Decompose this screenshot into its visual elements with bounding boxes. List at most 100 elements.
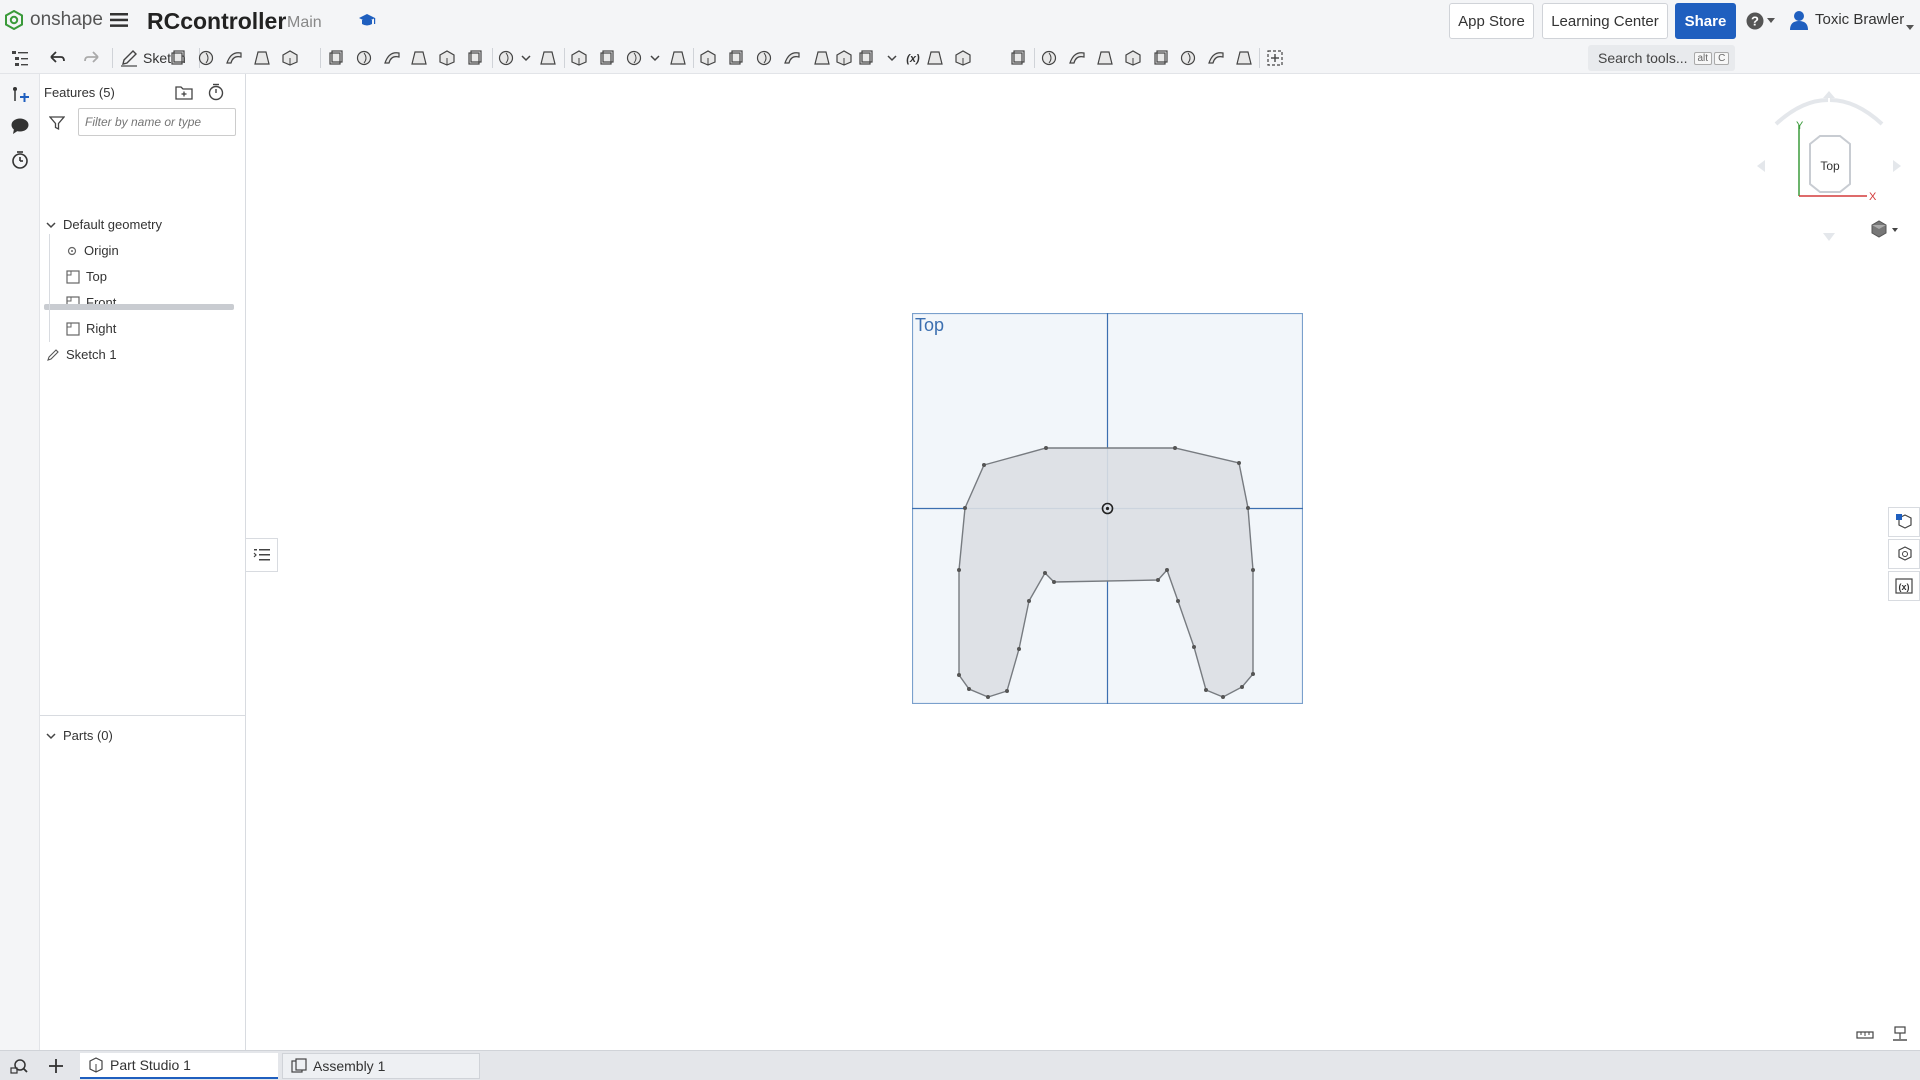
chamfer-icon[interactable] xyxy=(353,47,375,69)
learning-center-button[interactable]: Learning Center xyxy=(1542,3,1668,39)
share-button[interactable]: Share xyxy=(1675,3,1736,39)
plane-icon[interactable] xyxy=(811,47,833,69)
undo-icon[interactable] xyxy=(46,47,68,69)
add-tab-icon[interactable] xyxy=(47,1057,65,1075)
help-icon[interactable]: ? xyxy=(1746,11,1776,31)
add-folder-icon[interactable] xyxy=(175,84,193,100)
sheet-metal-icon[interactable] xyxy=(1066,47,1088,69)
sketch-vertex[interactable] xyxy=(982,463,986,467)
tree-item-origin[interactable]: Origin xyxy=(66,243,119,258)
rib-icon[interactable] xyxy=(408,47,430,69)
onshape-logo-text[interactable]: onshape xyxy=(30,9,103,31)
delete-part-icon[interactable] xyxy=(667,47,689,69)
thicken-icon[interactable] xyxy=(279,47,301,69)
sketch-vertex[interactable] xyxy=(1192,645,1196,649)
redo-icon[interactable] xyxy=(81,47,103,69)
sketch-vertex[interactable] xyxy=(1052,580,1056,584)
branch-name[interactable]: Main xyxy=(287,14,322,32)
sketch-vertex[interactable] xyxy=(1251,568,1255,572)
feature-list-icon[interactable] xyxy=(9,47,31,69)
sketch-vertex[interactable] xyxy=(1251,672,1255,676)
filter-icon[interactable] xyxy=(48,115,66,131)
explode-icon[interactable] xyxy=(1038,47,1060,69)
flange-icon[interactable] xyxy=(1094,47,1116,69)
rotate-left-arrow-icon[interactable] xyxy=(1757,160,1765,172)
comments-icon[interactable] xyxy=(10,116,30,136)
sketch-vertex[interactable] xyxy=(1176,599,1180,603)
move-face-icon[interactable] xyxy=(725,47,747,69)
section-view-icon[interactable] xyxy=(1007,47,1029,69)
chevron-down-icon[interactable] xyxy=(45,730,57,742)
sketch-vertex[interactable] xyxy=(1005,689,1009,693)
extrude-icon[interactable] xyxy=(167,47,189,69)
offset-surface-icon[interactable] xyxy=(781,47,803,69)
panel-divider[interactable] xyxy=(40,715,246,716)
modify-fillet-icon[interactable] xyxy=(697,47,719,69)
sweep-icon[interactable] xyxy=(223,47,245,69)
rotate-down-arrow-icon[interactable] xyxy=(1823,233,1835,241)
measure-icon[interactable] xyxy=(1856,1026,1874,1042)
transform-icon[interactable] xyxy=(623,47,645,69)
wrap-icon[interactable] xyxy=(952,47,974,69)
view-options-icon[interactable] xyxy=(1264,47,1286,69)
rollback-timer-icon[interactable] xyxy=(207,83,225,101)
hole-icon[interactable] xyxy=(464,47,486,69)
sketch-vertex[interactable] xyxy=(1240,685,1244,689)
mass-properties-icon[interactable] xyxy=(1891,1025,1909,1043)
shell-icon[interactable] xyxy=(436,47,458,69)
filter-input[interactable] xyxy=(78,108,236,136)
sketch-vertex[interactable] xyxy=(963,506,967,510)
user-avatar-icon[interactable] xyxy=(1788,9,1810,31)
rotate-up-arrow-icon[interactable] xyxy=(1823,91,1835,98)
user-name[interactable]: Toxic Brawler xyxy=(1815,11,1904,28)
configurations-panel-button[interactable] xyxy=(1888,539,1920,569)
tab-icon[interactable] xyxy=(1122,47,1144,69)
transform-dropdown-icon[interactable] xyxy=(644,47,666,69)
mate-connector-icon[interactable] xyxy=(855,47,877,69)
sketch-vertex[interactable] xyxy=(1043,571,1047,575)
tab-manager-icon[interactable] xyxy=(10,1057,28,1075)
finish-icon[interactable] xyxy=(1205,47,1227,69)
tree-default-geometry[interactable]: Default geometry xyxy=(45,217,162,232)
replace-face-icon[interactable] xyxy=(753,47,775,69)
boolean-icon[interactable] xyxy=(568,47,590,69)
draft-icon[interactable] xyxy=(381,47,403,69)
view-options-cube-icon[interactable] xyxy=(1871,220,1898,238)
variables-panel-button[interactable]: (x) xyxy=(1888,571,1920,601)
derived-icon[interactable] xyxy=(924,47,946,69)
onshape-logo-icon[interactable] xyxy=(5,9,23,31)
variable-icon[interactable]: (x) xyxy=(902,47,924,69)
app-store-button[interactable]: App Store xyxy=(1449,3,1534,39)
sketch-vertex[interactable] xyxy=(1027,599,1031,603)
sketch-vertex[interactable] xyxy=(967,687,971,691)
sketch-vertex[interactable] xyxy=(1156,578,1160,582)
document-title[interactable]: RCcontroller xyxy=(147,8,286,35)
appearance-panel-button[interactable] xyxy=(1888,507,1920,537)
pattern-icon[interactable] xyxy=(495,47,517,69)
sketch-vertex[interactable] xyxy=(1204,688,1208,692)
sketch-vertex[interactable] xyxy=(1173,446,1177,450)
mirror-icon[interactable] xyxy=(537,47,559,69)
rotate-cw-arrow-icon[interactable] xyxy=(1829,98,1884,126)
search-tools-input[interactable]: Search tools... alt C xyxy=(1588,45,1735,71)
menu-icon[interactable] xyxy=(110,12,128,28)
view-cube[interactable]: Top Y X xyxy=(1752,88,1902,248)
mate-dropdown-icon[interactable] xyxy=(881,47,903,69)
tab-assembly-1[interactable]: Assembly 1 xyxy=(282,1053,480,1079)
fillet-icon[interactable] xyxy=(325,47,347,69)
sketch-vertex[interactable] xyxy=(1044,446,1048,450)
loft-icon[interactable] xyxy=(251,47,273,69)
sketch-vertex[interactable] xyxy=(986,695,990,699)
top-plane[interactable]: Top xyxy=(912,313,1303,704)
sketch-vertex[interactable] xyxy=(1246,506,1250,510)
sketch-vertex[interactable] xyxy=(1221,695,1225,699)
add-variable-icon[interactable] xyxy=(10,84,30,104)
tree-item-top[interactable]: Top xyxy=(66,269,107,284)
chevron-down-icon[interactable] xyxy=(45,219,57,231)
rotate-right-arrow-icon[interactable] xyxy=(1893,160,1901,172)
learning-cap-icon[interactable] xyxy=(358,12,376,28)
helix-icon[interactable] xyxy=(833,47,855,69)
tab-part-studio-1[interactable]: Part Studio 1 xyxy=(80,1053,278,1079)
corner-icon[interactable] xyxy=(1177,47,1199,69)
tree-item-right[interactable]: Right xyxy=(66,321,116,336)
